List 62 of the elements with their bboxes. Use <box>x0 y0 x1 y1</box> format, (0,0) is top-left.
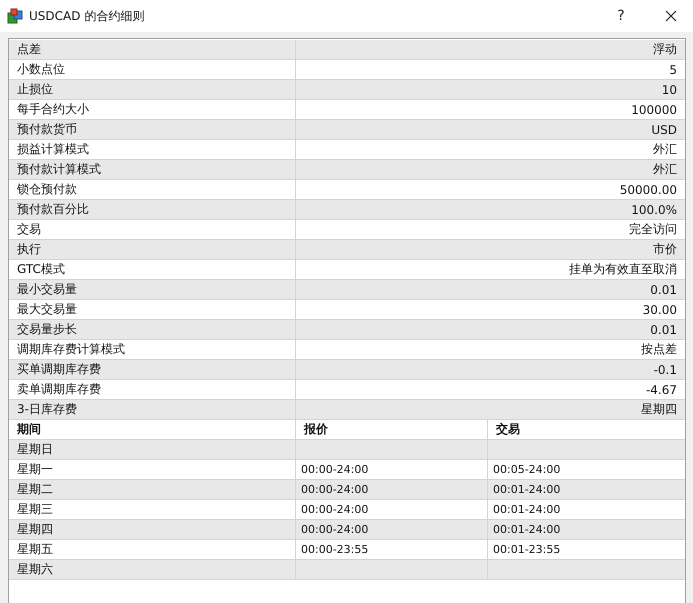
table-cell: 止损位 <box>9 80 296 99</box>
table-cell-text: 完全访问 <box>628 221 678 238</box>
table-cell: 买单调期库存费 <box>9 360 296 379</box>
table-cell: 星期二 <box>9 480 296 499</box>
table-cell-text: -0.1 <box>652 362 678 378</box>
table-cell: 星期日 <box>9 440 296 459</box>
close-icon <box>665 10 677 22</box>
table-cell-text: 5 <box>668 62 678 78</box>
table-cell: 交易 <box>9 220 296 239</box>
table-cell: 00:00-24:00 <box>301 483 368 496</box>
column-header: 报价 <box>296 420 488 439</box>
table-cell: 每手合约大小 <box>9 100 296 119</box>
table-cell: 锁仓预付款 <box>9 180 296 199</box>
table-cell: 00:00-24:00 <box>301 503 368 516</box>
table-cell-text: 外汇 <box>652 161 678 178</box>
table-cell: 预付款货币 <box>9 120 296 139</box>
table-cell-text: 0.01 <box>649 322 678 338</box>
table-cell: 00:00-23:55 <box>301 543 368 556</box>
table-cell: 损益计算模式 <box>9 140 296 159</box>
table-cell: 星期五 <box>9 540 296 559</box>
table-cell-text: -4.67 <box>644 382 678 398</box>
window-title: USDCAD 的合约细则 <box>29 8 146 24</box>
table-cell-text: 挂单为有效直至取消 <box>568 261 678 278</box>
table-cell-text: 按点差 <box>640 341 678 358</box>
table-cell-text: 星期四 <box>640 401 678 418</box>
table-cell: 00:00-24:00 <box>301 523 368 536</box>
table-cell: 00:01-24:00 <box>493 523 560 536</box>
table-cell-text: 0.01 <box>649 282 678 298</box>
table-cell: 星期四 <box>9 520 296 539</box>
table-cell-text: 市价 <box>652 241 678 258</box>
table-cell: 3-日库存费 <box>9 400 296 419</box>
table-cell-text: 50000.00 <box>618 182 678 198</box>
table-cell: 点差 <box>9 40 296 59</box>
table-cell: 00:05-24:00 <box>493 463 560 476</box>
table-cell: GTC模式 <box>9 260 296 279</box>
table-cell: 交易量步长 <box>9 320 296 339</box>
table-cell: 小数点位 <box>9 60 296 79</box>
table-cell: 最小交易量 <box>9 280 296 299</box>
table-cell: 预付款百分比 <box>9 200 296 219</box>
table-cell: 00:01-24:00 <box>493 503 560 516</box>
table-cell: 00:00-24:00 <box>301 463 368 476</box>
table-cell: 最大交易量 <box>9 300 296 319</box>
help-button[interactable]: ? <box>599 0 643 32</box>
table-cell-text: USD <box>650 122 678 138</box>
table-cell: 星期三 <box>9 500 296 519</box>
table-cell-text: 100.0% <box>630 202 678 218</box>
column-header: 交易 <box>495 421 521 438</box>
table-cell-text: 浮动 <box>652 41 678 58</box>
table-cell: 预付款计算模式 <box>9 160 296 179</box>
table-cell-text: 100000 <box>630 102 678 118</box>
table-cell: 执行 <box>9 240 296 259</box>
table-cell-text: 30.00 <box>642 302 678 318</box>
table-cell-text: 外汇 <box>652 141 678 158</box>
table-cell: 星期六 <box>9 560 296 579</box>
table-cell: 00:01-23:55 <box>493 543 560 556</box>
table-cell: 卖单调期库存费 <box>9 380 296 399</box>
table-cell: 调期库存费计算模式 <box>9 340 296 359</box>
table-cell: 00:01-24:00 <box>493 483 560 496</box>
column-header: 期间 <box>9 420 296 439</box>
table-cell-text: 10 <box>660 82 678 98</box>
table-cell: 星期一 <box>9 460 296 479</box>
cube-icon <box>7 8 23 24</box>
